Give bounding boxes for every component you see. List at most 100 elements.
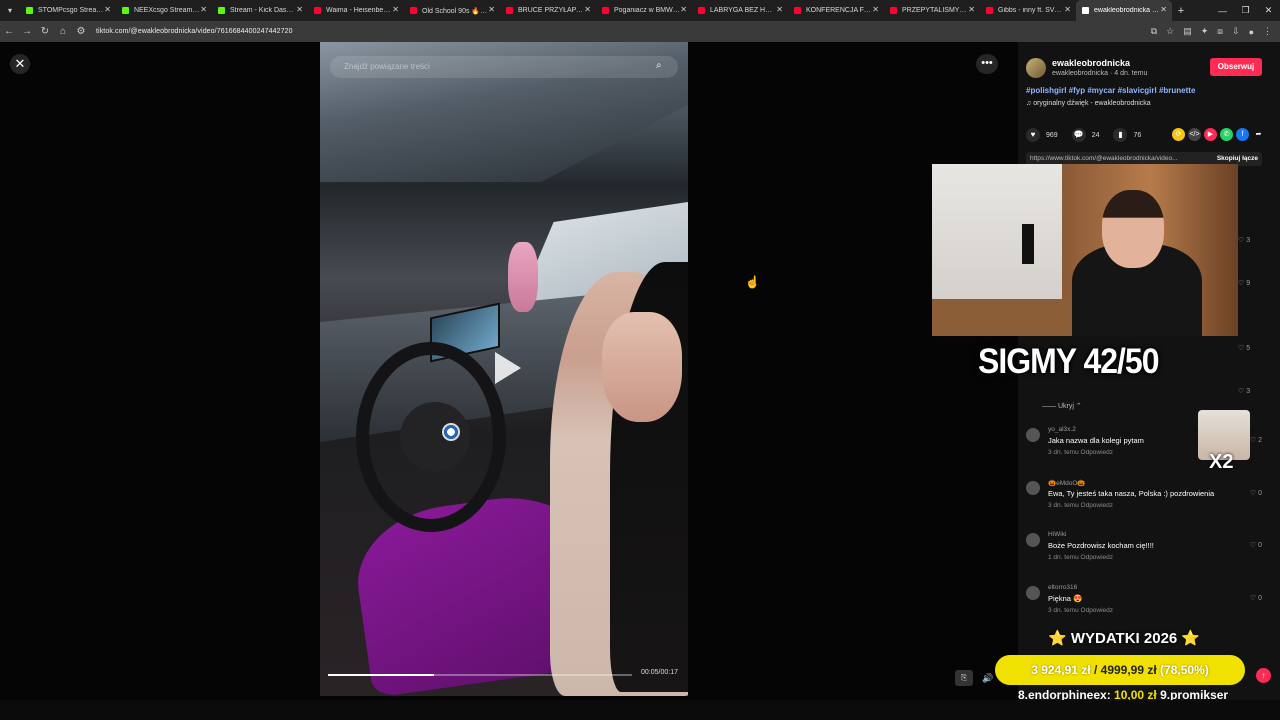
comment-text: Piękna 😍 xyxy=(1048,594,1083,603)
comment-user[interactable]: HiWiki xyxy=(1048,531,1066,538)
comment-icon[interactable]: 💬 xyxy=(1071,128,1086,142)
url-field[interactable]: tiktok.com/@ewakleobrodnicka/video/76166… xyxy=(96,28,293,35)
like-count: 969 xyxy=(1046,131,1058,139)
volume-icon[interactable]: 🔊 xyxy=(980,670,996,686)
embed-icon[interactable]: </> xyxy=(1188,128,1201,141)
tab-close-icon[interactable]: ✕ xyxy=(584,5,591,14)
search-icon[interactable]: ⌕ xyxy=(656,60,668,72)
comment-meta[interactable]: 1 dn. temu Odpowiedz xyxy=(1048,554,1113,561)
tab-title: Old School 90s 🔥 Emi… xyxy=(422,7,488,15)
follow-button[interactable]: Obserwuj xyxy=(1210,58,1262,76)
wydatki-goal-bar: 3 924,91 zł / 4999,99 zł (78,50%) xyxy=(995,655,1245,685)
extensions-puzzle-icon[interactable]: ⧈ xyxy=(1217,26,1223,37)
new-tab-button[interactable]: + xyxy=(1172,5,1190,17)
captions-icon[interactable]: ⎘ xyxy=(955,670,973,686)
install-icon[interactable]: ⧉ xyxy=(1151,26,1157,37)
heart-icon[interactable]: ♥ xyxy=(1026,128,1040,142)
comment-meta[interactable]: 3 dn. temu Odpowiedz xyxy=(1048,607,1113,614)
tab-close-icon[interactable]: ✕ xyxy=(488,5,495,14)
close-icon[interactable]: ✕ xyxy=(10,54,30,74)
tab-search-icon[interactable]: ▾ xyxy=(0,0,20,21)
comment-likes[interactable]: ♡ 0 xyxy=(1250,541,1262,549)
comment-likes[interactable]: ♡ 0 xyxy=(1250,489,1262,497)
tab-favicon-icon xyxy=(602,7,609,14)
comment-like-count[interactable]: ♡ 3 xyxy=(1238,387,1250,395)
extension-icon[interactable]: ✦ xyxy=(1201,26,1209,37)
tab-close-icon[interactable]: ✕ xyxy=(200,5,207,14)
comment-likes[interactable]: ♡ 2 xyxy=(1250,436,1262,444)
browser-tab[interactable]: LABRYGA BEZ HAMUL…✕ xyxy=(692,0,788,21)
more-options-icon[interactable]: ••• xyxy=(976,54,998,74)
related-search-input[interactable]: Znajdź powiązane treści ⌕ xyxy=(330,56,678,78)
wydatki-percent: (78,50%) xyxy=(1156,663,1209,677)
tab-close-icon[interactable]: ✕ xyxy=(1160,5,1167,14)
comment-like-count[interactable]: ♡ 9 xyxy=(1238,279,1250,287)
tab-close-icon[interactable]: ✕ xyxy=(872,5,879,14)
browser-tab[interactable]: Old School 90s 🔥 Emi…✕ xyxy=(404,0,500,21)
author-avatar[interactable] xyxy=(1026,58,1046,78)
taskbar xyxy=(0,700,1280,720)
menu-icon[interactable]: ⋮ xyxy=(1263,26,1272,37)
sound-link[interactable]: ♫ oryginalny dźwięk - ewakleobrodnicka xyxy=(1026,100,1151,107)
browser-tab[interactable]: NEEXcsgo Stream - W…✕ xyxy=(116,0,212,21)
browser-tab[interactable]: Waima - Heisenberg ft…✕ xyxy=(308,0,404,21)
hashtags[interactable]: #polishgirl #fyp #mycar #slavicgirl #bru… xyxy=(1026,86,1195,95)
minimize-icon[interactable]: — xyxy=(1211,6,1234,16)
tab-close-icon[interactable]: ✕ xyxy=(392,5,399,14)
hide-replies-button[interactable]: —— Ukryj ⌃ xyxy=(1042,402,1082,410)
site-info-icon[interactable]: ⚙ xyxy=(72,26,90,37)
whatsapp-icon[interactable]: ✆ xyxy=(1220,128,1233,141)
browser-tab[interactable]: BRUCE PRZYŁAPANY …✕ xyxy=(500,0,596,21)
reload-icon[interactable]: ↻ xyxy=(36,26,54,37)
hand-cursor-icon: ☝ xyxy=(745,275,760,289)
comment-text: Ewa, Ty jesteś taka nasza, Polska :) poz… xyxy=(1048,489,1215,498)
video-progress-bar[interactable] xyxy=(328,674,632,676)
commenter-avatar[interactable] xyxy=(1026,428,1040,442)
comment-meta[interactable]: 3 dn. temu Odpowiedz xyxy=(1048,502,1113,509)
wydatki-title: ⭐ WYDATKI 2026 ⭐ xyxy=(1048,630,1201,647)
commenter-avatar[interactable] xyxy=(1026,586,1040,600)
reading-list-icon[interactable]: ▤ xyxy=(1183,26,1192,37)
browser-tab[interactable]: KONFERENCJA FAME …✕ xyxy=(788,0,884,21)
facebook-icon[interactable]: f xyxy=(1236,128,1249,141)
tab-close-icon[interactable]: ✕ xyxy=(968,5,975,14)
downloads-icon[interactable]: ⇩ xyxy=(1232,26,1240,37)
share-icon[interactable]: ➦ xyxy=(1252,128,1265,141)
close-window-icon[interactable]: ✕ xyxy=(1257,5,1280,16)
comment-user[interactable]: 🎃eMdoO🎃 xyxy=(1048,479,1086,487)
tab-close-icon[interactable]: ✕ xyxy=(1064,5,1071,14)
comment-like-count[interactable]: ♡ 3 xyxy=(1238,236,1250,244)
tab-close-icon[interactable]: ✕ xyxy=(776,5,783,14)
comment-meta[interactable]: 3 dn. temu Odpowiedz xyxy=(1048,449,1113,456)
browser-tab[interactable]: ewakleobrodnicka (@…✕ xyxy=(1076,0,1172,21)
play-icon[interactable] xyxy=(495,352,521,384)
comment-likes[interactable]: ♡ 0 xyxy=(1250,594,1262,602)
author-name[interactable]: ewakleobrodnicka xyxy=(1052,58,1130,68)
comment-user[interactable]: yo_al3x.2 xyxy=(1048,426,1076,433)
wydatki-amount: 3 924,91 zł xyxy=(1031,663,1091,677)
browser-tab[interactable]: PRZEPYTALIŚMY ich o…✕ xyxy=(884,0,980,21)
commenter-avatar[interactable] xyxy=(1026,533,1040,547)
comment-user[interactable]: eltorro316 xyxy=(1048,584,1077,591)
scroll-top-icon[interactable]: ↑ xyxy=(1256,668,1271,683)
repost-icon[interactable]: ⟳ xyxy=(1172,128,1185,141)
maximize-icon[interactable]: ❐ xyxy=(1234,5,1257,16)
tab-title: Stream - Kick Dashbo… xyxy=(230,7,296,14)
home-icon[interactable]: ⌂ xyxy=(54,26,72,37)
commenter-avatar[interactable] xyxy=(1026,481,1040,495)
forward-icon[interactable]: → xyxy=(18,26,36,37)
browser-tab[interactable]: STOMPcsgo Stream - …✕ xyxy=(20,0,116,21)
wydatki-goal: 4999,99 zł xyxy=(1100,663,1157,677)
tab-close-icon[interactable]: ✕ xyxy=(680,5,687,14)
bookmark-star-icon[interactable]: ☆ xyxy=(1166,26,1174,37)
browser-tab[interactable]: Stream - Kick Dashbo…✕ xyxy=(212,0,308,21)
back-icon[interactable]: ← xyxy=(0,26,18,37)
profile-icon[interactable]: ● xyxy=(1249,27,1254,37)
bookmark-icon[interactable]: ▮ xyxy=(1113,128,1128,142)
tab-close-icon[interactable]: ✕ xyxy=(104,5,111,14)
browser-tab[interactable]: Poganiacz w BMW - p…✕ xyxy=(596,0,692,21)
browser-tab[interactable]: Gibbs - inny ft. SVM!… ✕ xyxy=(980,0,1076,21)
send-icon[interactable]: ▶ xyxy=(1204,128,1217,141)
tab-close-icon[interactable]: ✕ xyxy=(296,5,303,14)
comment-like-count[interactable]: ♡ 5 xyxy=(1238,344,1250,352)
